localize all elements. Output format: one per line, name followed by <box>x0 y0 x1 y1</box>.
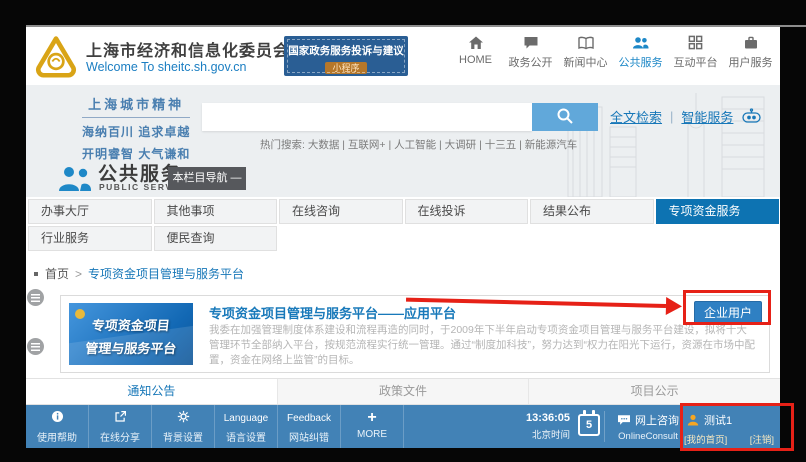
nav-item-public-service[interactable]: 公共服务 <box>613 35 668 70</box>
browser-page: 上海市经济和信息化委员会 Welcome To sheitc.sh.gov.cn… <box>26 27 780 448</box>
quick-links: 全文检索 | 智能服务 <box>610 107 762 126</box>
timezone-label: 北京时间 <box>496 427 570 441</box>
banner-line2: 管理与服务平台 <box>69 338 193 357</box>
plus-icon: + <box>341 410 403 427</box>
search-button[interactable] <box>532 103 598 131</box>
tab-policy-documents[interactable]: 政策文件 <box>277 379 529 404</box>
menu-row-2: 行业服务 便民查询 <box>28 226 780 251</box>
platform-description: 我委在加强管理制度体系建设和流程再造的同时，于2009年下半年启动专项资金项目管… <box>209 323 757 368</box>
screenshot-canvas: 上海市经济和信息化委员会 Welcome To sheitc.sh.gov.cn… <box>0 0 806 462</box>
menu-tab-online-consult[interactable]: 在线咨询 <box>279 199 403 224</box>
consult-label-en: OnlineConsult <box>612 431 684 442</box>
current-time: 13:36:05 <box>496 412 570 424</box>
city-spirit-title: 上海城市精神 <box>82 94 190 118</box>
toolbar-divider <box>604 411 605 442</box>
smart-service-link[interactable]: 智能服务 <box>681 107 733 126</box>
city-spirit-line1: 海纳百川 追求卓越 <box>82 123 190 140</box>
nav-item-news-center[interactable]: 新闻中心 <box>558 35 613 70</box>
menu-tab-online-complaint[interactable]: 在线投诉 <box>405 199 529 224</box>
calendar-icon[interactable]: 5 <box>578 414 600 436</box>
toolbar-left-group: 使用帮助 在线分享 背景设置 Language 语言设置 Feedback 网站… <box>26 405 404 448</box>
info-icon <box>26 410 88 427</box>
clock-block: 13:36:05 北京时间 <box>496 412 570 441</box>
speech-bubble-icon <box>503 35 558 52</box>
language-label: Language <box>215 410 277 427</box>
top-navigation: HOME 政务公开 新闻中心 公共服务 互动平台 用户服务 <box>448 35 778 70</box>
more-button[interactable]: + MORE <box>341 405 404 448</box>
platform-title-link[interactable]: 专项资金项目管理与服务平台——应用平台 <box>209 303 456 322</box>
logged-in-user-block: 测试1 [我的首页] [注销] <box>682 412 776 446</box>
logout-link[interactable]: [注销] <box>750 432 774 446</box>
notice-tab-bar: 通知公告 政策文件 项目公示 <box>26 378 780 405</box>
hamburger-icon <box>31 343 40 351</box>
user-name[interactable]: 测试1 <box>704 412 732 428</box>
calendar-day: 5 <box>586 419 592 431</box>
side-menu-dot-2[interactable] <box>27 338 44 355</box>
search-input[interactable] <box>202 103 532 131</box>
nav-item-interactive-platform[interactable]: 互动平台 <box>668 35 723 70</box>
help-button[interactable]: 使用帮助 <box>26 405 89 448</box>
user-icon <box>687 414 699 426</box>
background-settings-button[interactable]: 背景设置 <box>152 405 215 448</box>
nav-item-gov-affairs[interactable]: 政务公开 <box>503 35 558 70</box>
feedback-button[interactable]: Feedback 网站纠错 <box>278 405 341 448</box>
fulltext-search-link[interactable]: 全文检索 <box>610 107 662 126</box>
share-icon <box>89 410 151 427</box>
public-service-people-icon <box>56 165 94 193</box>
home-icon <box>448 35 503 52</box>
badge-title: 国家政务服务投诉与建议 <box>284 43 408 58</box>
breadcrumb-current[interactable]: 专项资金项目管理与服务平台 <box>88 267 244 281</box>
search-icon <box>556 107 574 125</box>
enterprise-user-button[interactable]: 企业用户 <box>694 301 762 324</box>
language-settings-button[interactable]: Language 语言设置 <box>215 405 278 448</box>
badge-miniprogram-label: 小程序 <box>325 62 366 74</box>
menu-tab-service-hall[interactable]: 办事大厅 <box>28 199 152 224</box>
tab-project-publicity[interactable]: 项目公示 <box>528 379 780 404</box>
nav-item-user-service[interactable]: 用户服务 <box>723 35 778 70</box>
tab-notices[interactable]: 通知公告 <box>26 379 277 404</box>
menu-tab-other-matters[interactable]: 其他事项 <box>154 199 278 224</box>
online-consult-button[interactable]: 网上咨询 OnlineConsult <box>612 412 684 442</box>
hamburger-icon <box>31 294 40 302</box>
side-menu-dot-1[interactable] <box>27 289 44 306</box>
menu-tab-special-funds[interactable]: 专项资金服务 <box>656 199 780 224</box>
feedback-label: Feedback <box>278 410 340 427</box>
menu-tab-industry-service[interactable]: 行业服务 <box>28 226 152 251</box>
menu-tab-results[interactable]: 结果公布 <box>530 199 654 224</box>
service-menu: 办事大厅 其他事项 在线咨询 在线投诉 结果公布 专项资金服务 行业服务 便民查… <box>28 199 780 253</box>
briefcase-icon <box>723 35 778 52</box>
menu-tab-convenience-query[interactable]: 便民查询 <box>154 226 278 251</box>
gear-icon <box>152 410 214 427</box>
breadcrumb-home[interactable]: 首页 <box>45 267 69 281</box>
consult-label-cn: 网上咨询 <box>635 412 679 428</box>
column-nav-toggle-button[interactable]: 本栏目导航 — <box>168 167 246 190</box>
link-separator: | <box>670 109 673 124</box>
site-url: Welcome To sheitc.sh.gov.cn <box>86 60 247 74</box>
site-title: 上海市经济和信息化委员会 <box>86 37 290 61</box>
gov-complaint-badge[interactable]: 国家政务服务投诉与建议 小程序 <box>284 36 408 76</box>
hot-search-line[interactable]: 热门搜索: 大数据 | 互联网+ | 人工智能 | 大调研 | 十三五 | 新能… <box>260 137 577 152</box>
banner-line1: 专项资金项目 <box>69 315 193 334</box>
share-button[interactable]: 在线分享 <box>89 405 152 448</box>
breadcrumb-separator: > <box>75 267 82 281</box>
news-book-icon <box>558 35 613 52</box>
breadcrumb-bullet <box>34 272 38 276</box>
my-homepage-link[interactable]: [我的首页] <box>684 432 727 446</box>
robot-icon <box>741 108 762 126</box>
hero-band: 上海城市精神 海纳百川 追求卓越 开明睿智 大气谦和 全文检索 | 智能服务 热… <box>26 85 780 197</box>
chat-bubble-icon <box>617 414 631 426</box>
platform-panel: 专项资金项目 管理与服务平台 专项资金项目管理与服务平台——应用平台 我委在加强… <box>60 295 770 373</box>
people-icon <box>613 35 668 52</box>
breadcrumb: 首页 > 专项资金项目管理与服务平台 <box>34 265 244 282</box>
bottom-toolbar: 使用帮助 在线分享 背景设置 Language 语言设置 Feedback 网站… <box>26 405 780 448</box>
city-spirit-block: 上海城市精神 海纳百川 追求卓越 开明睿智 大气谦和 <box>82 94 190 162</box>
nav-item-home[interactable]: HOME <box>448 35 503 70</box>
grid-icon <box>668 35 723 52</box>
platform-banner-image[interactable]: 专项资金项目 管理与服务平台 <box>69 303 193 365</box>
menu-row-1: 办事大厅 其他事项 在线咨询 在线投诉 结果公布 专项资金服务 <box>28 199 780 224</box>
site-logo-icon <box>34 34 78 78</box>
